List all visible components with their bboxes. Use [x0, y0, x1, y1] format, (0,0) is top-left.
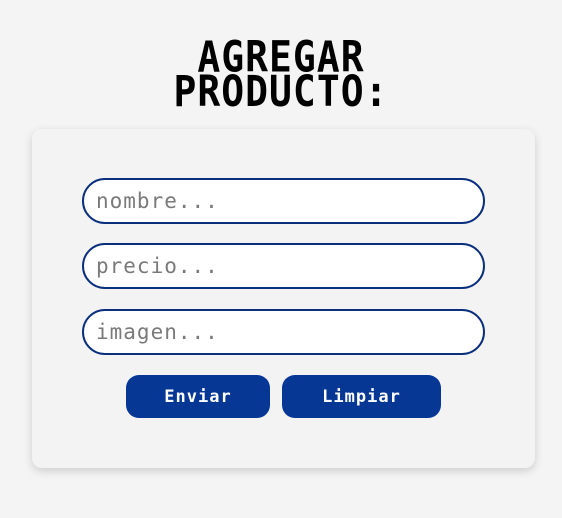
page-title-line2: PRODUCTO: — [173, 66, 389, 117]
page-title: AGREGAR PRODUCTO: — [0, 36, 562, 117]
image-input[interactable] — [82, 309, 485, 355]
submit-button[interactable]: Enviar — [126, 375, 270, 418]
clear-button[interactable]: Limpiar — [282, 375, 441, 418]
price-input[interactable] — [82, 243, 485, 289]
add-product-form: Enviar Limpiar — [32, 129, 535, 468]
name-input[interactable] — [82, 178, 485, 224]
